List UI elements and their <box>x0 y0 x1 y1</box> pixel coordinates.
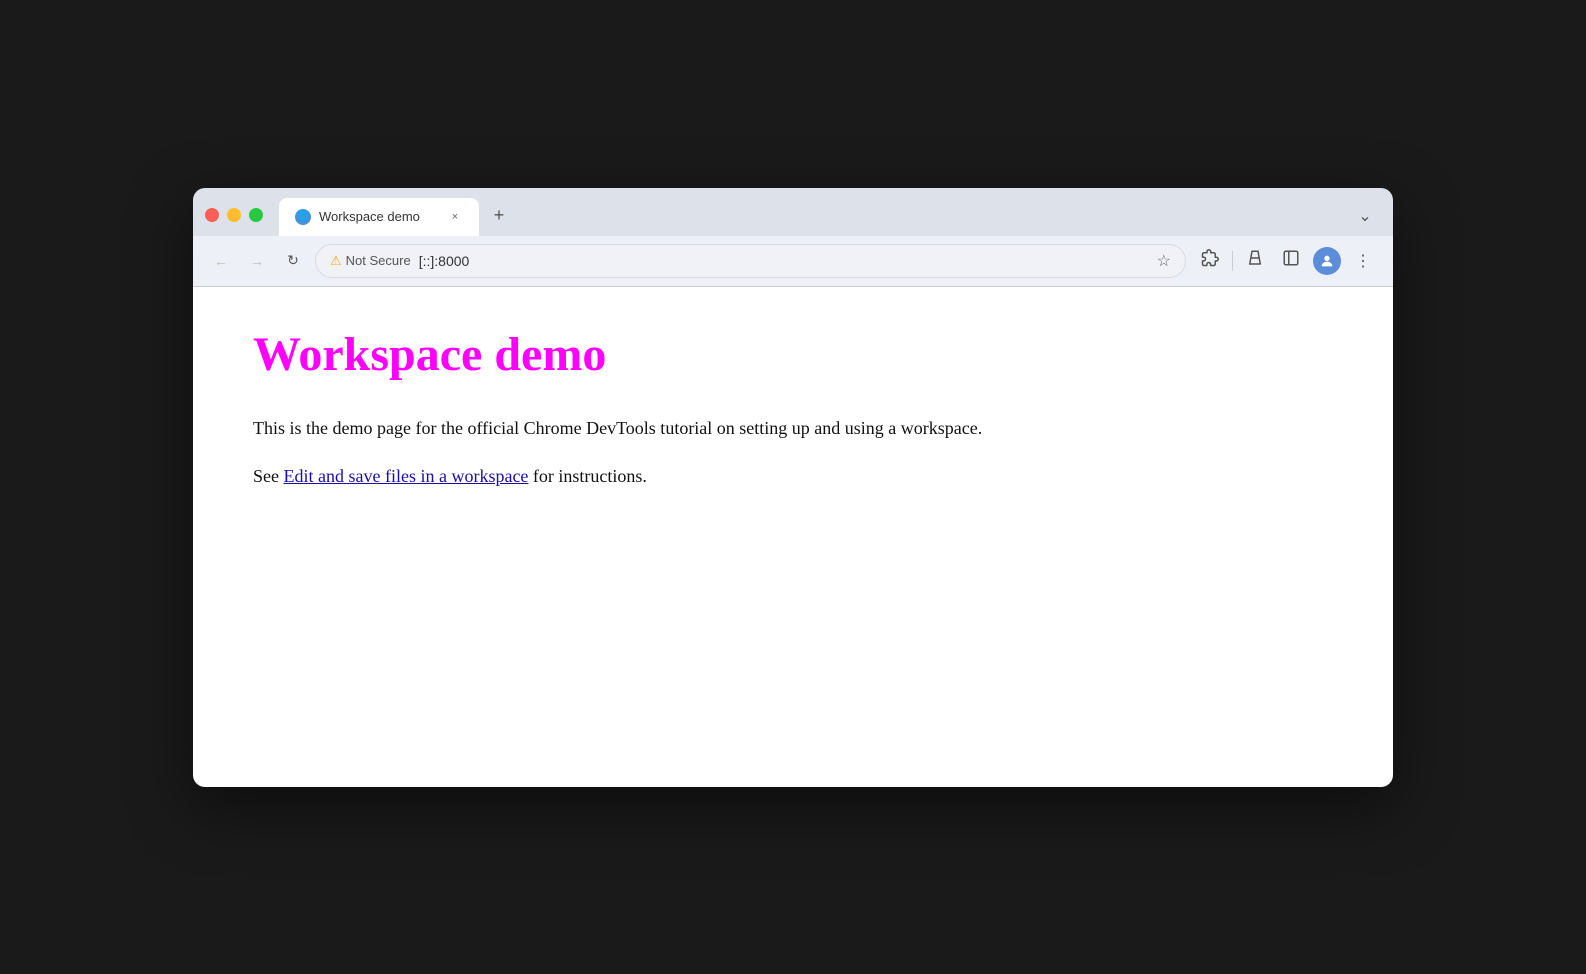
extensions-icon <box>1201 249 1219 272</box>
traffic-lights <box>205 208 279 236</box>
toolbar-icons: ⋮ <box>1194 245 1379 277</box>
profile-button[interactable] <box>1311 245 1343 277</box>
chevron-down-icon: ⌄ <box>1358 206 1371 226</box>
toolbar: ← → ↻ ⚠ Not Secure [::]:8000 ☆ <box>193 236 1393 287</box>
page-link-line: See Edit and save files in a workspace f… <box>253 462 1333 491</box>
profile-avatar <box>1313 247 1341 275</box>
warning-icon: ⚠ <box>330 253 342 269</box>
link-suffix: for instructions. <box>528 466 647 486</box>
browser-window: 🌐 Workspace demo × + ⌄ ← → ↻ ⚠ Not Secur <box>193 188 1393 787</box>
sidebar-icon <box>1282 249 1300 272</box>
tab-list-button[interactable]: ⌄ <box>1349 200 1381 232</box>
active-tab[interactable]: 🌐 Workspace demo × <box>279 198 479 236</box>
back-button[interactable]: ← <box>207 247 235 275</box>
page-heading: Workspace demo <box>253 327 1333 382</box>
traffic-light-minimize[interactable] <box>227 208 241 222</box>
kebab-menu-icon: ⋮ <box>1355 251 1371 271</box>
bookmark-button[interactable]: ☆ <box>1157 251 1171 271</box>
sidebar-button[interactable] <box>1275 245 1307 277</box>
back-icon: ← <box>214 253 228 269</box>
menu-button[interactable]: ⋮ <box>1347 245 1379 277</box>
tab-bar: 🌐 Workspace demo × + ⌄ <box>279 198 1381 236</box>
new-tab-button[interactable]: + <box>483 200 515 232</box>
page-paragraph: This is the demo page for the official C… <box>253 414 1333 443</box>
forward-icon: → <box>250 253 264 269</box>
tab-favicon: 🌐 <box>295 209 311 225</box>
title-bar: 🌐 Workspace demo × + ⌄ <box>193 188 1393 236</box>
tab-title: Workspace demo <box>319 209 439 224</box>
tab-close-button[interactable]: × <box>447 209 463 225</box>
url-text[interactable]: [::]:8000 <box>419 253 1149 269</box>
reload-button[interactable]: ↻ <box>279 247 307 275</box>
page-content: Workspace demo This is the demo page for… <box>193 287 1393 787</box>
flask-icon <box>1246 249 1264 272</box>
address-bar[interactable]: ⚠ Not Secure [::]:8000 ☆ <box>315 244 1186 278</box>
devtools-button[interactable] <box>1239 245 1271 277</box>
link-prefix: See <box>253 466 284 486</box>
security-warning: ⚠ Not Secure <box>330 253 411 269</box>
workspace-link[interactable]: Edit and save files in a workspace <box>284 466 529 486</box>
security-label: Not Secure <box>346 253 411 268</box>
traffic-light-close[interactable] <box>205 208 219 222</box>
toolbar-divider <box>1232 251 1233 271</box>
globe-icon: 🌐 <box>297 211 309 222</box>
reload-icon: ↻ <box>287 252 299 269</box>
forward-button[interactable]: → <box>243 247 271 275</box>
extensions-button[interactable] <box>1194 245 1226 277</box>
traffic-light-maximize[interactable] <box>249 208 263 222</box>
